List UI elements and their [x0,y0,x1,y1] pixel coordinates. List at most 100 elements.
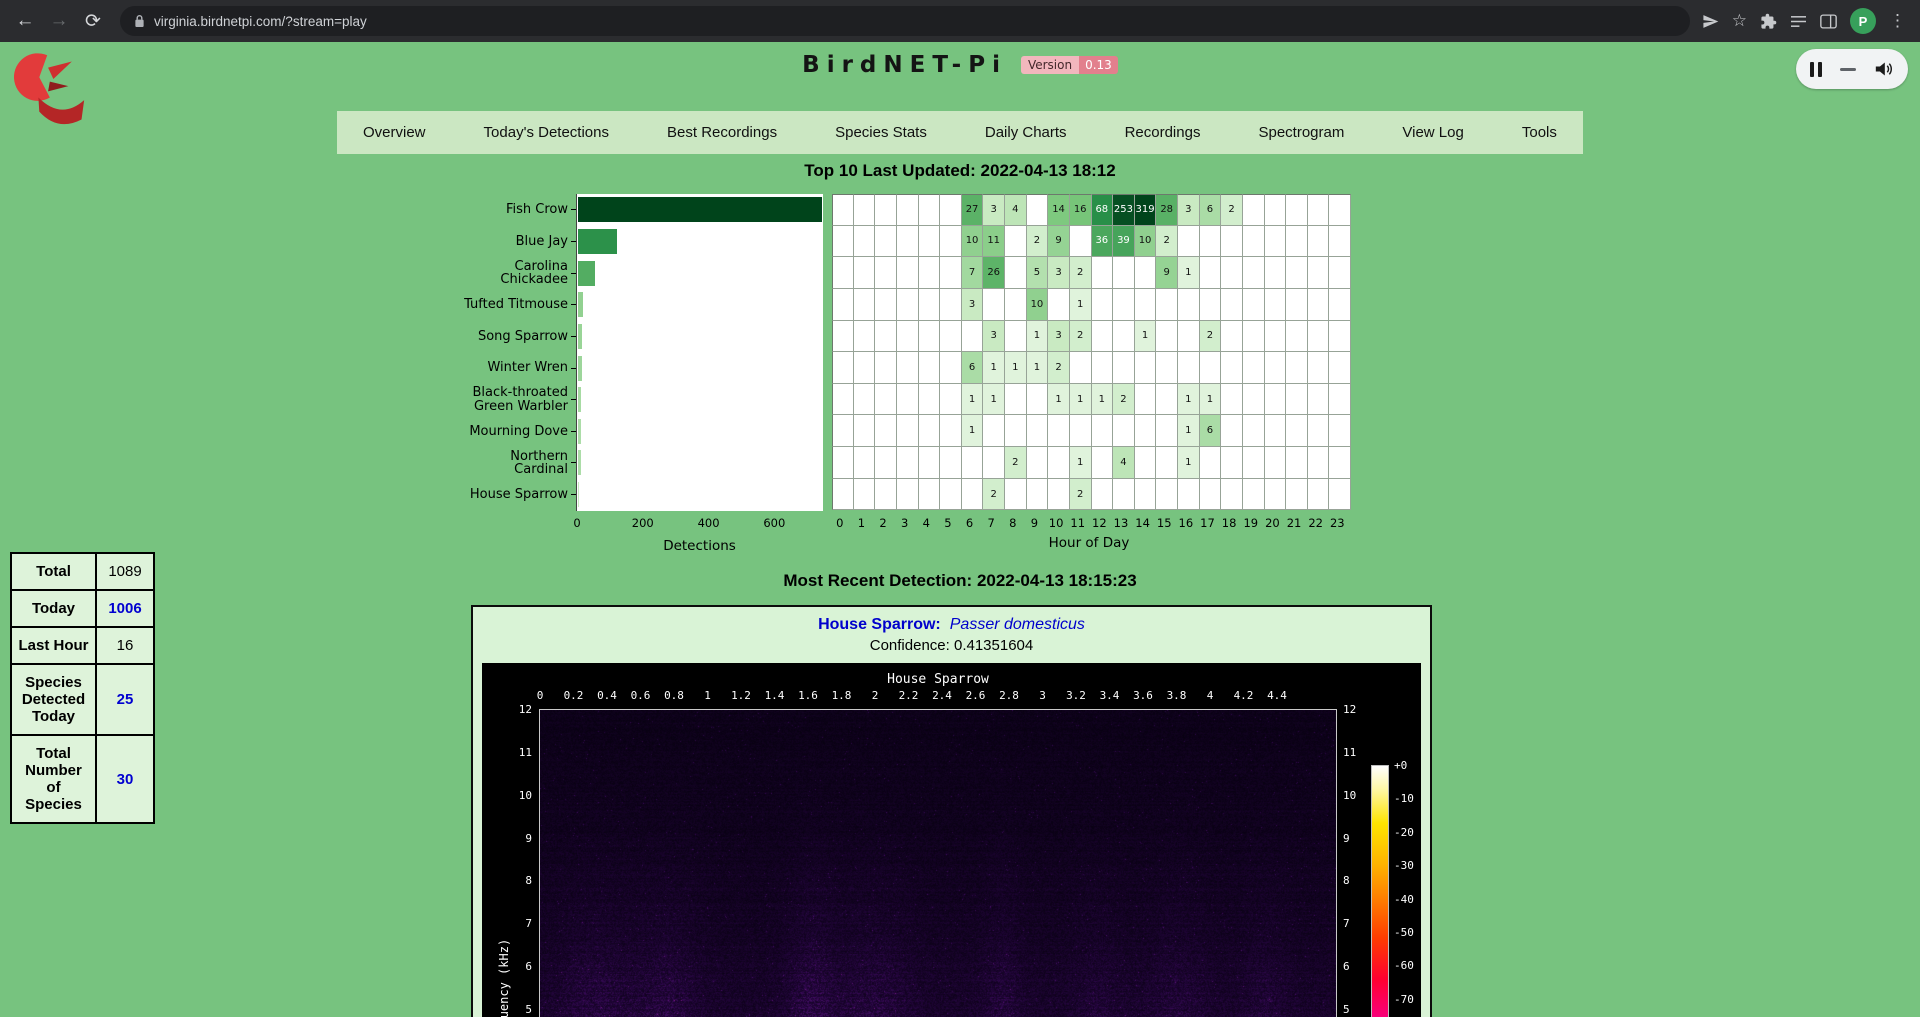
detection-common-name-link[interactable]: House Sparrow: [818,616,941,633]
heatmap-cell [940,415,962,447]
stats-value[interactable]: 1006 [96,590,154,627]
heatmap-cell [1243,352,1265,384]
profile-avatar[interactable]: P [1850,8,1876,34]
nav-item-tools[interactable]: Tools [1522,124,1557,141]
spectrogram-time-tick: 0.6 [631,689,651,702]
heatmap-cell [1265,479,1287,511]
birdnet-pi-page: BirdNET-Pi Version 0.13 OverviewToday's … [0,42,1920,1017]
bookmark-star-icon[interactable]: ☆ [1732,11,1747,31]
heatmap-cell [1286,226,1308,258]
heatmap-cell [962,479,984,511]
reading-list-icon[interactable] [1790,14,1807,29]
species-label: Blue Jay [340,235,568,248]
detection-title: House Sparrow: Passer domesticus [473,616,1430,634]
spectrogram-freq-tick-left: 5 [492,1003,532,1016]
heatmap-cell: 2 [983,479,1005,511]
heatmap-cell [875,479,897,511]
y-axis-tick [571,494,576,495]
spectrogram-time-tick: 1 [704,689,711,702]
x-axis-tick-label: 0 [573,516,580,530]
heatmap-cell [1113,257,1135,289]
heatmap-cell [1286,194,1308,226]
spectrogram-time-tick: 2.6 [966,689,986,702]
heatmap-cell [1265,194,1287,226]
spectrogram-freq-tick-right: 6 [1343,960,1350,973]
back-icon[interactable]: ← [10,6,40,36]
heatmap-cell [1308,352,1330,384]
colorbar-db-tick: +0 [1394,759,1407,772]
heatmap-cell [919,447,941,479]
version-badge: Version 0.13 [1021,56,1118,74]
heatmap-cell: 2 [1027,226,1049,258]
chart-row: Carolina Chickadee72653291 [340,257,1380,289]
heatmap-cell [1156,352,1178,384]
extensions-puzzle-icon[interactable] [1760,13,1777,30]
hour-tick-label: 7 [988,516,995,530]
side-panel-icon[interactable] [1820,14,1837,29]
url-text: virginia.birdnetpi.com/?stream=play [154,14,367,29]
heatmap-cell [1243,226,1265,258]
y-axis-tick [571,368,576,369]
nav-item-spectrogram[interactable]: Spectrogram [1258,124,1344,141]
heatmap-cell: 253 [1113,194,1135,226]
heatmap-cell: 11 [983,226,1005,258]
spectrogram-canvas [540,710,1336,1017]
stats-value[interactable]: 30 [96,735,154,823]
heatmap-cell: 1 [1178,415,1200,447]
heatmap-row: 1011293639102 [832,226,1351,258]
heatmap-cell [1286,352,1308,384]
send-icon[interactable] [1702,13,1719,30]
heatmap-cell [983,447,1005,479]
forward-icon[interactable]: → [44,6,74,36]
heatmap-cell [1005,226,1027,258]
nav-item-overview[interactable]: Overview [363,124,426,141]
heatmap-cell [1221,289,1243,321]
nav-item-today-s-detections[interactable]: Today's Detections [484,124,609,141]
heatmap-cell [1286,384,1308,416]
heatmap-cell [983,289,1005,321]
heatmap-cell [1200,257,1222,289]
hour-tick-label: 14 [1135,516,1150,530]
volume-icon[interactable] [1874,60,1894,78]
nav-item-species-stats[interactable]: Species Stats [835,124,927,141]
heatmap-cell [897,289,919,321]
x-axis-tick-label: 200 [632,516,654,530]
heatmap-cell [1329,194,1351,226]
heatmap-cell [1092,257,1114,289]
heatmap-cell [875,321,897,353]
spectrogram-time-tick: 2.4 [932,689,952,702]
heatmap-cell [1135,415,1157,447]
detection-bar [578,324,582,349]
heatmap-cell [1329,479,1351,511]
heatmap-cell [1027,194,1049,226]
species-label: Mourning Dove [340,425,568,438]
heatmap-cell: 3 [983,194,1005,226]
browser-menu-kebab-icon[interactable]: ⋮ [1889,11,1906,31]
hour-tick-label: 20 [1265,516,1280,530]
url-bar[interactable]: virginia.birdnetpi.com/?stream=play [120,6,1690,36]
nav-item-daily-charts[interactable]: Daily Charts [985,124,1067,141]
nav-item-best-recordings[interactable]: Best Recordings [667,124,777,141]
heatmap-cell [1265,415,1287,447]
heatmap-row: 273414166825331928362 [832,194,1351,226]
heatmap-cell [1135,384,1157,416]
heatmap-cell [1048,415,1070,447]
heatmap-cell [1113,289,1135,321]
heatmap-cell [1308,257,1330,289]
heatmap-cell [1113,352,1135,384]
heatmap-cell [854,479,876,511]
audio-progress[interactable] [1840,68,1856,71]
heatmap-cell [875,226,897,258]
reload-icon[interactable]: ⟳ [78,6,108,36]
spectrogram-title: House Sparrow [540,672,1336,687]
nav-item-view-log[interactable]: View Log [1402,124,1463,141]
pause-icon[interactable] [1810,62,1822,77]
detection-scientific-name-link[interactable]: Passer domesticus [950,616,1085,633]
heatmap-cell [1156,447,1178,479]
audio-player[interactable] [1796,49,1908,89]
stats-value[interactable]: 25 [96,664,154,735]
heatmap-cell: 2 [1070,257,1092,289]
hour-tick-label: 9 [1031,516,1038,530]
heatmap-cell: 10 [1135,226,1157,258]
nav-item-recordings[interactable]: Recordings [1125,124,1201,141]
